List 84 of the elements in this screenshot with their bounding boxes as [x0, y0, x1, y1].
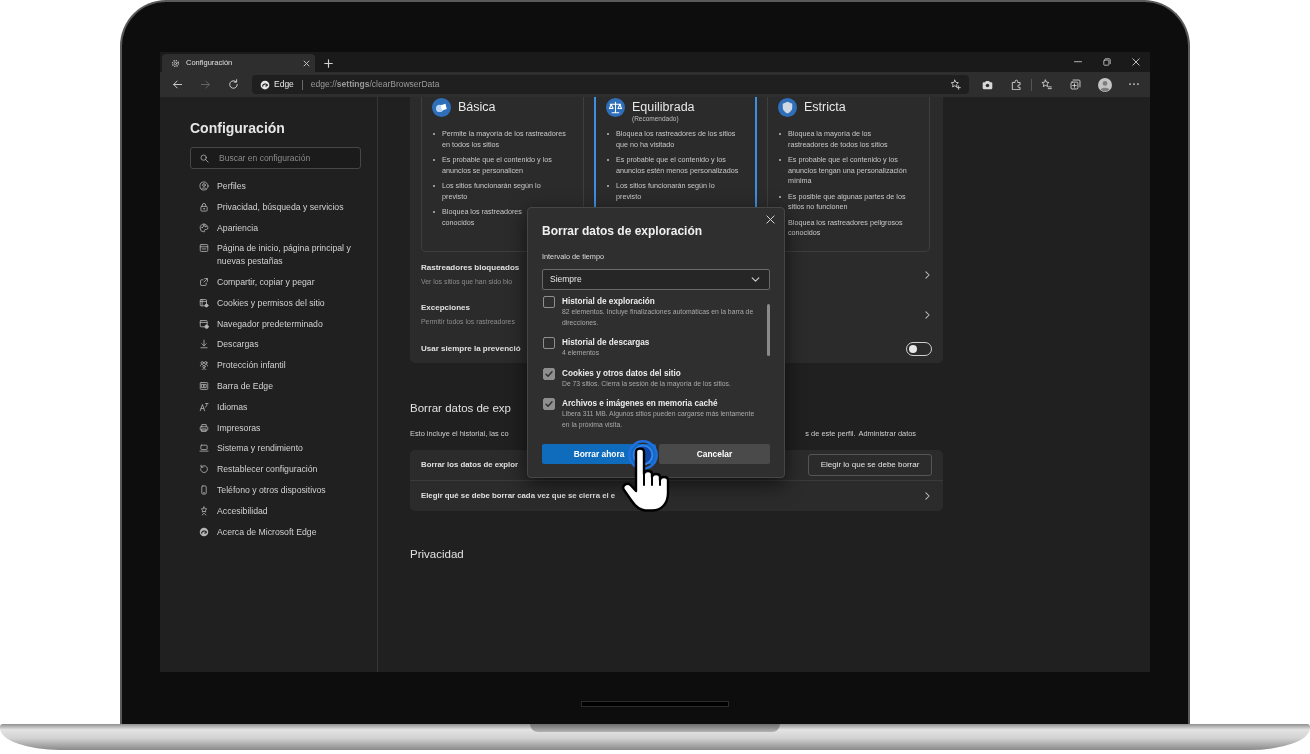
- chevron-right-icon[interactable]: [925, 311, 930, 319]
- language-icon: [199, 401, 209, 412]
- new-tab-icon[interactable]: [324, 59, 333, 68]
- item-title: Archivos e imágenes en memoria caché: [562, 398, 718, 409]
- camera-icon[interactable]: [982, 79, 993, 90]
- chevron-right-icon[interactable]: [925, 492, 930, 500]
- window-check-icon: [199, 318, 209, 329]
- restore-icon[interactable]: [1102, 58, 1111, 66]
- reset-icon: [199, 464, 209, 475]
- checkbox[interactable]: [543, 337, 555, 349]
- close-icon[interactable]: [766, 215, 775, 224]
- squares-plus-icon[interactable]: [1070, 79, 1081, 90]
- scrollbar-thumb[interactable]: [767, 304, 770, 356]
- avatar-icon[interactable]: [1097, 77, 1112, 92]
- panel-icon: [199, 380, 209, 391]
- shapes-badge-icon: [432, 98, 451, 117]
- site-label: Edge: [274, 78, 294, 91]
- checkbox[interactable]: [543, 367, 555, 380]
- chevron-down-icon: [751, 277, 760, 282]
- search-field[interactable]: Buscar en configuración: [190, 147, 361, 169]
- more-icon[interactable]: [1128, 83, 1139, 86]
- star-person-icon: [199, 505, 209, 516]
- sidebar-item[interactable]: Accesibilidad: [190, 500, 365, 522]
- printer-icon: [199, 422, 209, 433]
- option-title: Básica: [458, 99, 496, 115]
- sidebar-item[interactable]: Teléfono y otros dispositivos: [190, 479, 365, 501]
- chevron-right-icon[interactable]: [925, 271, 930, 279]
- refresh-icon[interactable]: [227, 79, 239, 90]
- sidebar-item[interactable]: Descargas: [190, 334, 365, 356]
- sidebar-title: Configuración: [190, 119, 285, 137]
- time-range-select[interactable]: Siempre: [542, 269, 770, 290]
- puzzle-icon[interactable]: [1011, 79, 1022, 90]
- sidebar-item[interactable]: Cookies y permisos del sitio: [190, 292, 365, 314]
- sidebar-item[interactable]: Apariencia: [190, 217, 365, 239]
- palette-icon: [199, 222, 209, 233]
- url-text: edge://settings/clearBrowserData: [310, 78, 440, 91]
- sidebar-item[interactable]: Restablecer configuración: [190, 459, 365, 480]
- star-list-icon[interactable]: [1041, 79, 1052, 90]
- search-icon: [200, 153, 209, 163]
- gear-icon: [171, 58, 180, 68]
- item-title: Historial de descargas: [562, 337, 650, 348]
- profile-icon: [199, 181, 209, 191]
- close-icon[interactable]: [303, 59, 310, 67]
- choose-data-button[interactable]: Elegir lo que se debe borrar: [808, 454, 932, 476]
- sidebar-item[interactable]: Protección infantil: [190, 355, 365, 376]
- checkbox[interactable]: [543, 296, 555, 308]
- sidebar-item[interactable]: Navegador predeterminado: [190, 313, 365, 335]
- item-title: Cookies y otros datos del sitio: [562, 367, 681, 379]
- item-title: Historial de exploración: [562, 296, 655, 307]
- option-title: Estricta: [804, 99, 846, 115]
- phone-icon: [199, 484, 209, 495]
- download-icon: [199, 339, 209, 350]
- browser-logo-icon: [260, 79, 270, 90]
- section-heading: Privacidad: [410, 547, 464, 562]
- share-icon: [199, 277, 209, 287]
- sidebar-item[interactable]: Compartir, copiar y pegar: [190, 272, 365, 293]
- star-plus-icon[interactable]: [950, 79, 961, 90]
- row-title: Usar siempre la prevenció: [421, 343, 521, 355]
- lock-icon: [199, 201, 209, 212]
- sidebar-item[interactable]: Acerca de Microsoft Edge: [190, 521, 365, 543]
- close-icon[interactable]: [1131, 58, 1140, 66]
- browser-logo-icon: [199, 526, 209, 537]
- sidebar-item[interactable]: Barra de Edge: [190, 375, 365, 397]
- laptop-icon: [199, 443, 209, 454]
- sidebar-item[interactable]: Perfiles: [190, 176, 365, 197]
- window-gear-icon: [199, 297, 209, 308]
- row-title: Rastreadores bloqueados: [421, 262, 520, 274]
- shield-badge-icon: [778, 98, 797, 117]
- back-icon[interactable]: [171, 79, 183, 90]
- people-icon: [199, 360, 209, 371]
- address-field[interactable]: Edge edge://settings/clearBrowserData: [252, 75, 969, 94]
- section-heading: Borrar datos de exp: [410, 401, 511, 416]
- scales-badge-icon: [606, 98, 625, 117]
- minimize-icon[interactable]: [1073, 61, 1082, 63]
- sidebar-item[interactable]: Página de inicio, página principal y nuevas pestañas: [190, 238, 365, 272]
- cancel-button[interactable]: Cancelar: [659, 444, 770, 464]
- option-title: Equilibrada: [632, 99, 695, 115]
- window-icon: [199, 243, 209, 254]
- checkbox[interactable]: [543, 398, 555, 410]
- sidebar-item[interactable]: Sistema y rendimiento: [190, 438, 365, 460]
- sidebar-item[interactable]: Idiomas: [190, 396, 365, 418]
- sidebar-item[interactable]: Impresoras: [190, 417, 365, 439]
- row-title: Excepciones: [421, 302, 470, 314]
- sidebar-item[interactable]: Privacidad, búsqueda y servicios: [190, 196, 365, 218]
